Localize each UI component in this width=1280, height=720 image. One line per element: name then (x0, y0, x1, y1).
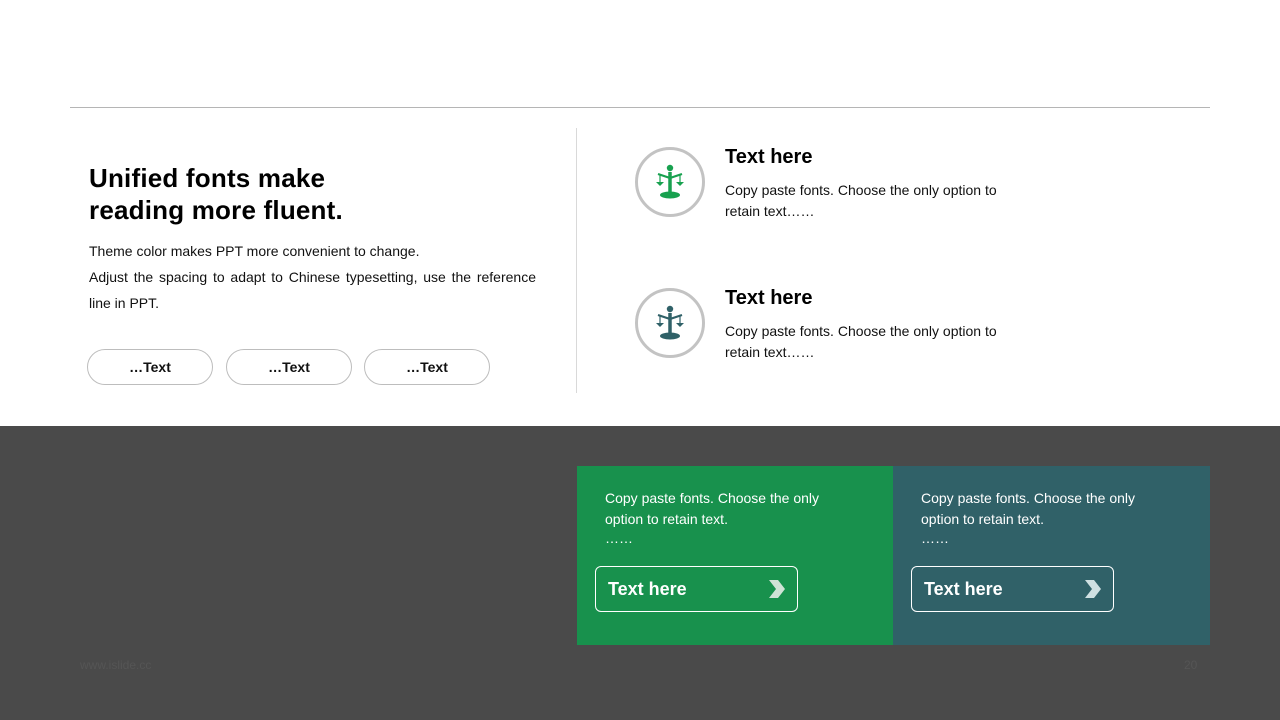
panel-1-text: Copy paste fonts. Choose the only option… (605, 490, 820, 527)
pill-button-2[interactable]: …Text (226, 349, 352, 385)
panel-2-button-label: Text here (924, 578, 1003, 599)
pill-button-1[interactable]: …Text (87, 349, 213, 385)
panel-1-button[interactable]: Text here (595, 566, 798, 612)
panel-2-ellipsis: …… (921, 530, 949, 546)
panel-1-button-label: Text here (608, 578, 687, 599)
panel-2-button[interactable]: Text here (911, 566, 1114, 612)
top-rule (70, 107, 1210, 108)
feature-2-desc: Copy paste fonts. Choose the only option… (725, 323, 997, 360)
page-number: 20 (1184, 658, 1198, 672)
headline-line-1: Unified fonts make (89, 163, 326, 193)
footer-url: www.islide.cc (80, 658, 152, 672)
body-line-3: line in PPT. (89, 295, 160, 311)
justice-scales-icon (656, 164, 684, 199)
body-line-2: Adjust the spacing to adapt to Chinese t… (89, 269, 536, 285)
feature-1-desc: Copy paste fonts. Choose the only option… (725, 182, 997, 219)
vertical-divider (576, 128, 577, 393)
body-text: Theme color makes PPT more convenient to… (89, 238, 536, 316)
justice-scales-icon (656, 305, 684, 340)
feature-2-icon-circle (635, 288, 705, 358)
headline: Unified fonts make reading more fluent. (89, 162, 389, 226)
panel-teal: Copy paste fonts. Choose the only option… (893, 466, 1210, 645)
headline-line-2: reading more fluent. (89, 195, 343, 225)
panel-2-text: Copy paste fonts. Choose the only option… (921, 490, 1136, 527)
feature-1-icon-circle (635, 147, 705, 217)
chevron-right-icon (1085, 580, 1101, 598)
feature-2-title: Text here (725, 287, 813, 309)
chevron-right-icon (769, 580, 785, 598)
panel-1-ellipsis: …… (605, 530, 633, 546)
panel-green: Copy paste fonts. Choose the only option… (577, 466, 893, 645)
pill-button-3[interactable]: …Text (364, 349, 490, 385)
body-line-1: Theme color makes PPT more convenient to… (89, 243, 420, 259)
feature-1-title: Text here (725, 146, 813, 168)
